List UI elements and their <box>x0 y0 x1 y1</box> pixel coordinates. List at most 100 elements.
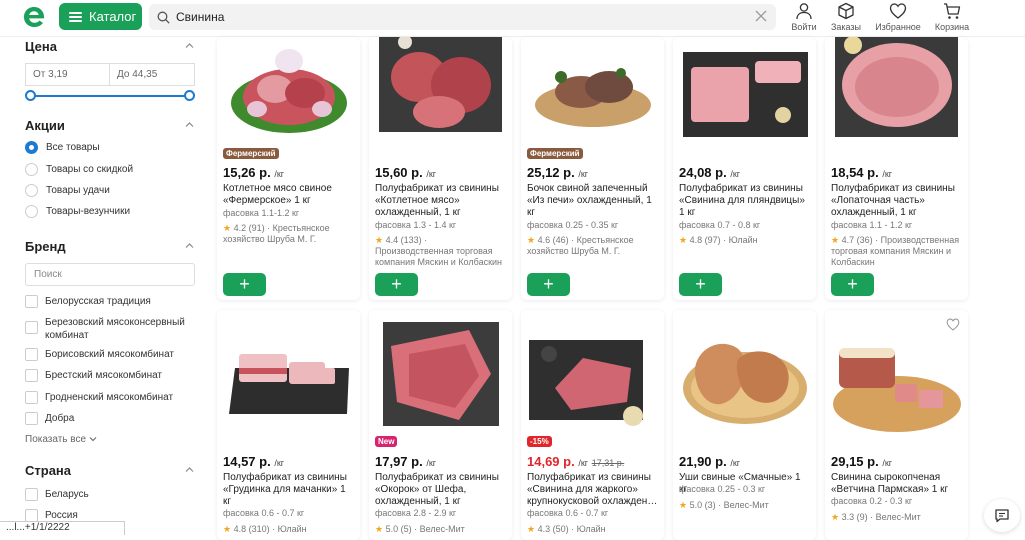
catalog-button[interactable]: Каталог <box>59 3 142 30</box>
price-slider-track[interactable] <box>30 95 190 97</box>
checkbox[interactable] <box>25 369 38 382</box>
product-weight: фасовка 1.3 - 1.4 кг <box>375 220 457 230</box>
star-icon: ★ <box>223 524 232 534</box>
add-to-cart-button[interactable]: + <box>223 273 266 296</box>
checkbox[interactable] <box>25 488 38 501</box>
chat-button[interactable] <box>984 499 1020 532</box>
price-to-input[interactable]: До 44,35 <box>109 63 195 86</box>
price-unit: /кг <box>426 458 437 468</box>
product-image[interactable] <box>825 326 968 436</box>
promo-option-all[interactable]: Все товары <box>25 141 100 154</box>
add-to-cart-button[interactable]: + <box>679 273 722 296</box>
country-option-label: Беларусь <box>45 489 89 500</box>
checkbox[interactable] <box>25 348 38 361</box>
add-to-cart-button[interactable]: + <box>375 273 418 296</box>
product-image[interactable] <box>673 37 816 140</box>
price-slider-min-handle[interactable] <box>25 90 36 101</box>
chevron-up-icon[interactable] <box>185 465 194 474</box>
product-weight: фасовка 0.6 - 0.7 кг <box>527 508 609 518</box>
show-all-brands-link[interactable]: Показать все <box>25 434 97 445</box>
brand-search-input[interactable]: Поиск <box>25 263 195 286</box>
chevron-up-icon[interactable] <box>185 41 194 50</box>
product-title[interactable]: Полуфабрикат из свинины «Свинина для жар… <box>527 472 659 508</box>
checkbox[interactable] <box>25 295 38 308</box>
product-rating: ★ 5.0 (3) · Велес-Мит <box>679 500 769 510</box>
star-icon: ★ <box>527 235 536 245</box>
promo-option-label: Товары удачи <box>46 185 110 196</box>
rating-value: 4.7 (36) <box>841 235 873 245</box>
brand-option[interactable]: Березовский мясоконсервный комбинат <box>25 316 205 342</box>
product-card[interactable]: 24,08 р. /кг Полуфабрикат из свинины «Св… <box>673 37 816 300</box>
price-value: 17,97 р. <box>375 454 423 469</box>
product-title[interactable]: Полуфабрикат из свинины «Котлетное мясо»… <box>375 183 507 219</box>
product-image[interactable] <box>521 316 664 434</box>
promo-option-discount[interactable]: Товары со скидкой <box>25 163 133 176</box>
product-image[interactable] <box>825 37 968 140</box>
star-icon: ★ <box>679 235 688 245</box>
product-image[interactable] <box>369 37 512 140</box>
radio-button[interactable] <box>25 163 38 176</box>
seller-name: Велес-Мит <box>723 500 769 510</box>
promo-option-lucky[interactable]: Товары-везунчики <box>25 205 130 218</box>
product-badge: -15% <box>527 436 552 447</box>
checkbox[interactable] <box>25 391 38 404</box>
product-title[interactable]: Полуфабрикат из свинины «Свинина для пля… <box>679 183 811 219</box>
nav-orders[interactable]: Заказы <box>821 2 871 32</box>
nav-cart-label: Корзина <box>934 22 970 32</box>
product-title[interactable]: Полуфабрикат из свинины «Грудинка для ма… <box>223 472 355 508</box>
product-card[interactable]: Фермерский 15,26 р. /кг Котлетное мясо с… <box>217 37 360 300</box>
brand-option[interactable]: Добра <box>25 412 205 425</box>
rating-value: 4.3 (50) <box>537 524 569 534</box>
nav-cart[interactable]: Корзина <box>927 2 977 32</box>
product-card[interactable]: Фермерский 25,12 р. /кг Бочок свиной зап… <box>521 37 664 300</box>
product-title[interactable]: Бочок свиной запеченный «Из печи» охлажд… <box>527 183 659 219</box>
radio-button[interactable] <box>25 184 38 197</box>
rating-value: 4.8 (97) <box>689 235 721 245</box>
product-title[interactable]: Свинина сырокопченая «Ветчина Пармская» … <box>831 472 963 496</box>
product-image[interactable] <box>217 316 360 436</box>
brand-option[interactable]: Гродненский мясокомбинат <box>25 391 205 404</box>
product-image[interactable] <box>521 37 664 140</box>
chevron-up-icon[interactable] <box>185 120 194 129</box>
product-card[interactable]: 21,90 р. /кг Уши свиные «Смачные» 1 кг ф… <box>673 310 816 540</box>
brand-option[interactable]: Борисовский мясокомбинат <box>25 348 205 361</box>
checkbox[interactable] <box>25 412 38 425</box>
promo-option-label: Товары-везунчики <box>46 206 131 217</box>
product-title[interactable]: Полуфабрикат из свинины «Лопаточная част… <box>831 183 963 219</box>
clear-search-icon[interactable] <box>754 9 768 23</box>
product-card[interactable]: New 17,97 р. /кг Полуфабрикат из свинины… <box>369 310 512 540</box>
brand-option[interactable]: Брестский мясокомбинат <box>25 369 205 382</box>
seller-name: Юлайн <box>277 524 307 534</box>
product-card[interactable]: 18,54 р. /кг Полуфабрикат из свинины «Ло… <box>825 37 968 300</box>
product-title[interactable]: Котлетное мясо свиное «Фермерское» 1 кг <box>223 183 355 207</box>
heart-icon <box>889 3 907 19</box>
promo-option-luck[interactable]: Товары удачи <box>25 184 110 197</box>
brand-option[interactable]: Белорусская традиция <box>25 295 205 308</box>
rating-value: 4.6 (46) <box>537 235 569 245</box>
chevron-up-icon[interactable] <box>185 241 194 250</box>
product-card[interactable]: 15,60 р. /кг Полуфабрикат из свинины «Ко… <box>369 37 512 300</box>
product-card[interactable]: 29,15 р. /кг Свинина сырокопченая «Ветчи… <box>825 310 968 540</box>
search-input[interactable] <box>176 10 736 24</box>
product-image[interactable] <box>217 37 360 140</box>
add-to-cart-button[interactable]: + <box>831 273 874 296</box>
search-bar[interactable] <box>149 4 776 30</box>
radio-button[interactable] <box>25 141 38 154</box>
add-to-cart-button[interactable]: + <box>527 273 570 296</box>
product-card[interactable]: -15% 14,69 р. /кг 17,31 р. Полуфабрикат … <box>521 310 664 540</box>
country-option[interactable]: Беларусь <box>25 488 205 501</box>
price-slider-max-handle[interactable] <box>184 90 195 101</box>
nav-favorites[interactable]: Избранное <box>873 2 923 32</box>
product-price: 15,26 р. /кг <box>223 165 284 180</box>
product-price: 29,15 р. /кг <box>831 454 892 469</box>
rating-value: 5.0 (5) <box>385 524 412 534</box>
product-image[interactable] <box>673 316 816 434</box>
checkbox[interactable] <box>25 321 38 334</box>
product-image[interactable] <box>369 316 512 434</box>
radio-button[interactable] <box>25 205 38 218</box>
product-title[interactable]: Полуфабрикат из свинины «Окорок» от Шефа… <box>375 472 507 508</box>
price-from-input[interactable]: От 3,19 <box>25 63 110 86</box>
price-unit: /кг <box>578 458 589 468</box>
edostavka-logo-icon[interactable] <box>22 5 46 29</box>
product-card[interactable]: 14,57 р. /кг Полуфабрикат из свинины «Гр… <box>217 310 360 540</box>
